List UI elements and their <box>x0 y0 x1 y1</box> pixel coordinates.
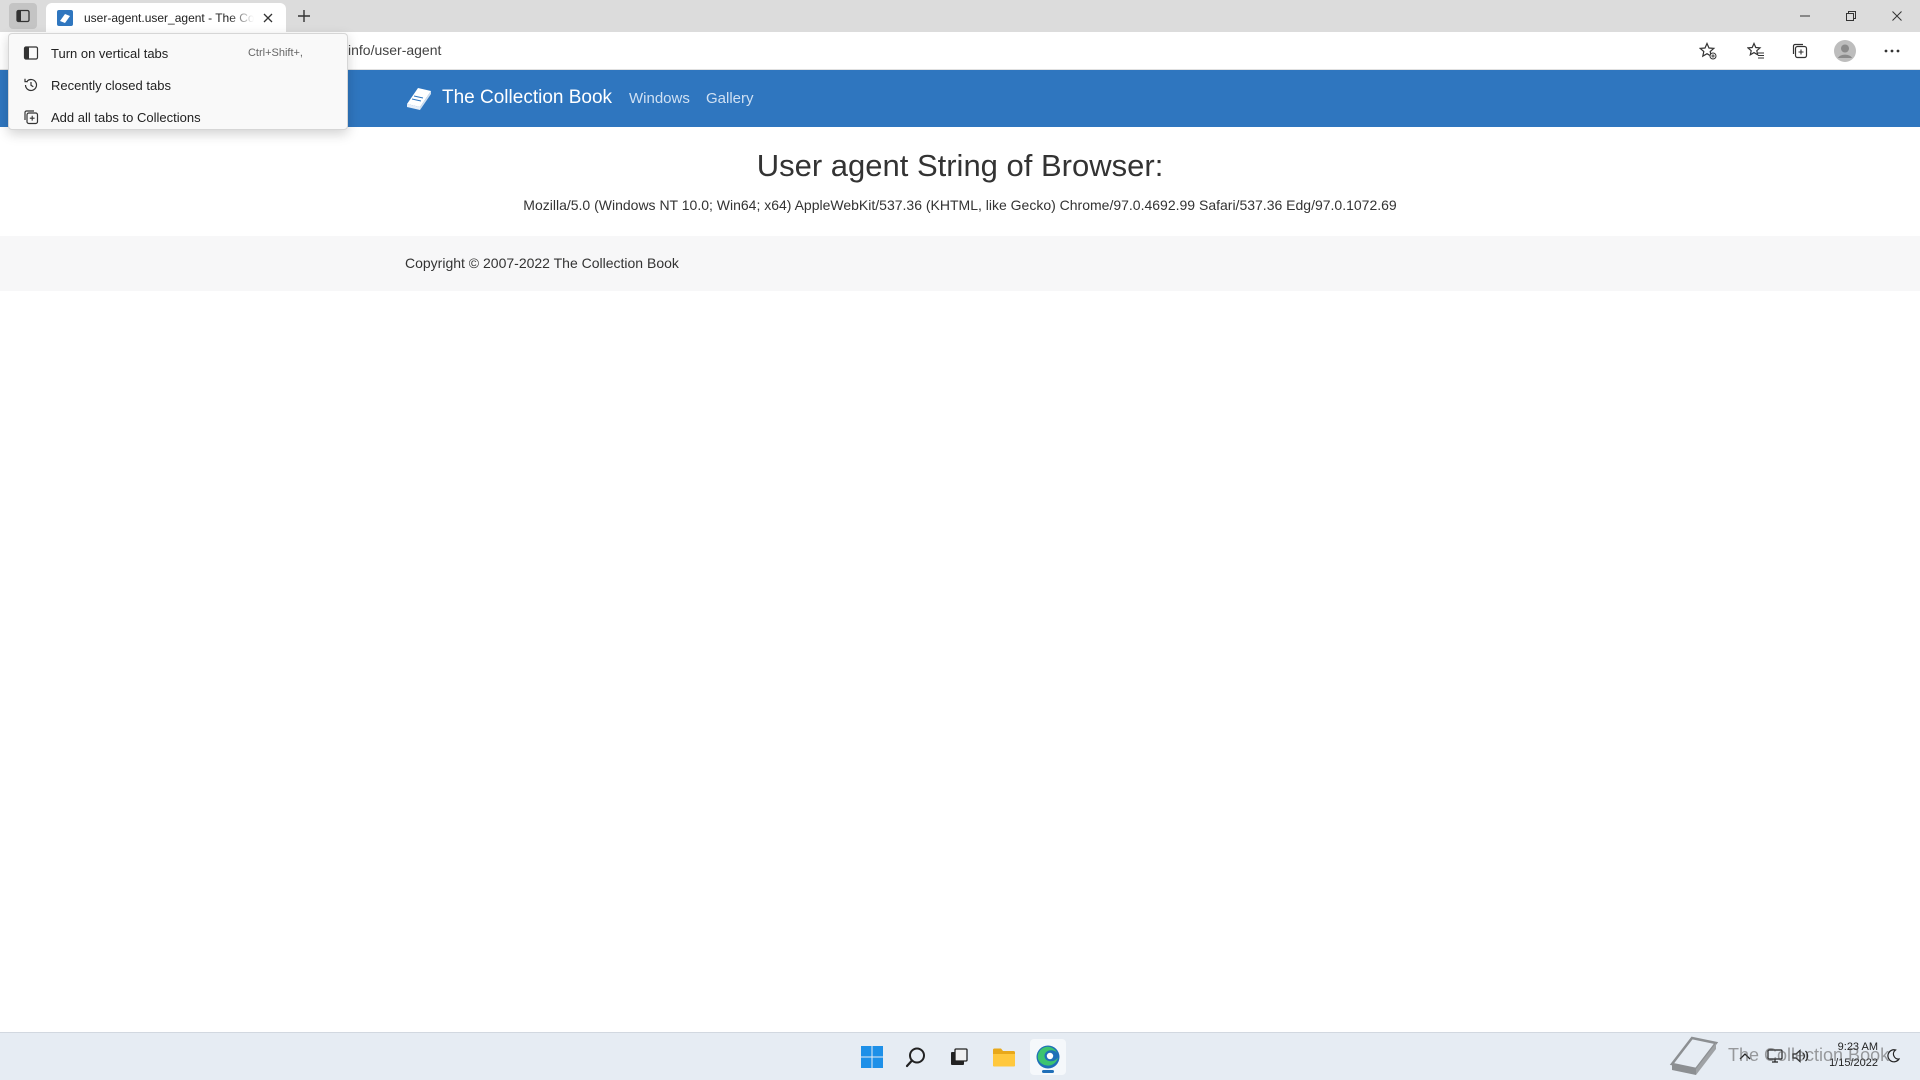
vertical-tabs-icon <box>23 46 39 60</box>
watermark: The Collection Book <box>1668 1032 1889 1078</box>
page-title: User agent String of Browser: <box>756 148 1164 183</box>
edge-browser-icon <box>1036 1045 1060 1069</box>
minimize-icon <box>1800 15 1810 17</box>
nav-link-gallery[interactable]: Gallery <box>706 90 754 107</box>
windows-taskbar: 9:23 AM 1/15/2022 <box>0 1032 1920 1080</box>
restore-button[interactable] <box>1828 0 1874 32</box>
plus-icon <box>298 10 310 22</box>
book-logo-icon <box>1669 1036 1719 1075</box>
site-footer: Copyright © 2007-2022 The Collection Boo… <box>0 236 1920 291</box>
favorites-icon <box>1747 42 1764 59</box>
site-brand-text: The Collection Book <box>442 87 613 108</box>
address-bar[interactable]: info/user-agent <box>348 42 441 58</box>
menu-item-recently-closed[interactable]: Recently closed tabs <box>9 69 347 101</box>
close-window-button[interactable] <box>1874 0 1920 32</box>
start-button[interactable] <box>854 1039 890 1075</box>
close-icon <box>263 13 273 22</box>
tab-actions-menu: Turn on vertical tabs Ctrl+Shift+, Recen… <box>8 33 348 130</box>
search-button[interactable] <box>898 1039 934 1075</box>
star-plus-icon <box>1699 42 1717 60</box>
settings-more-button[interactable] <box>1878 38 1906 64</box>
restore-icon <box>1846 11 1856 21</box>
active-tab[interactable]: user-agent.user_agent - The Collection B… <box>46 3 286 32</box>
site-favicon-icon <box>57 9 73 26</box>
tab-actions-menu-button[interactable] <box>9 3 37 29</box>
new-tab-button[interactable] <box>291 4 317 28</box>
tab-strip: user-agent.user_agent - The Collection B… <box>0 0 1920 32</box>
active-app-indicator <box>1042 1070 1054 1073</box>
copyright-text: Copyright © 2007-2022 The Collection Boo… <box>405 255 679 271</box>
site-brand-link[interactable]: The Collection Book <box>404 84 612 112</box>
menu-item-label: Turn on vertical tabs <box>51 45 169 61</box>
task-view-icon <box>951 1048 968 1065</box>
history-icon <box>24 78 38 92</box>
edge-taskbar-button[interactable] <box>1030 1039 1066 1075</box>
menu-item-shortcut: Ctrl+Shift+, <box>247 47 303 59</box>
book-logo-icon <box>407 88 431 110</box>
task-view-button[interactable] <box>941 1039 977 1075</box>
window-controls <box>1782 0 1920 32</box>
add-favorite-button[interactable] <box>1694 38 1722 64</box>
nav-link-windows[interactable]: Windows <box>629 90 690 107</box>
favorites-button[interactable] <box>1742 38 1770 64</box>
tab-actions-icon <box>16 9 30 23</box>
close-icon <box>1892 11 1902 21</box>
collections-icon <box>24 110 39 125</box>
folder-icon <box>993 1048 1015 1067</box>
tab-close-button[interactable] <box>260 10 276 26</box>
collections-icon <box>1792 43 1808 59</box>
user-agent-string: Mozilla/5.0 (Windows NT 10.0; Win64; x64… <box>523 197 1397 213</box>
watermark-text: The Collection Book <box>1728 1044 1890 1065</box>
tab-title: user-agent.user_agent - The Collection B… <box>84 10 254 25</box>
profile-button[interactable] <box>1831 38 1859 64</box>
collections-button[interactable] <box>1786 38 1814 64</box>
menu-item-vertical-tabs[interactable]: Turn on vertical tabs Ctrl+Shift+, <box>9 37 347 69</box>
more-horizontal-icon <box>1884 49 1900 53</box>
search-icon <box>905 1047 925 1068</box>
file-explorer-button[interactable] <box>986 1039 1022 1075</box>
avatar-icon <box>1834 40 1856 62</box>
menu-item-label: Add all tabs to Collections <box>51 109 201 125</box>
windows-logo-icon <box>861 1046 883 1068</box>
minimize-button[interactable] <box>1782 0 1828 32</box>
menu-item-add-to-collections[interactable]: Add all tabs to Collections <box>9 101 347 133</box>
menu-item-label: Recently closed tabs <box>51 77 171 93</box>
